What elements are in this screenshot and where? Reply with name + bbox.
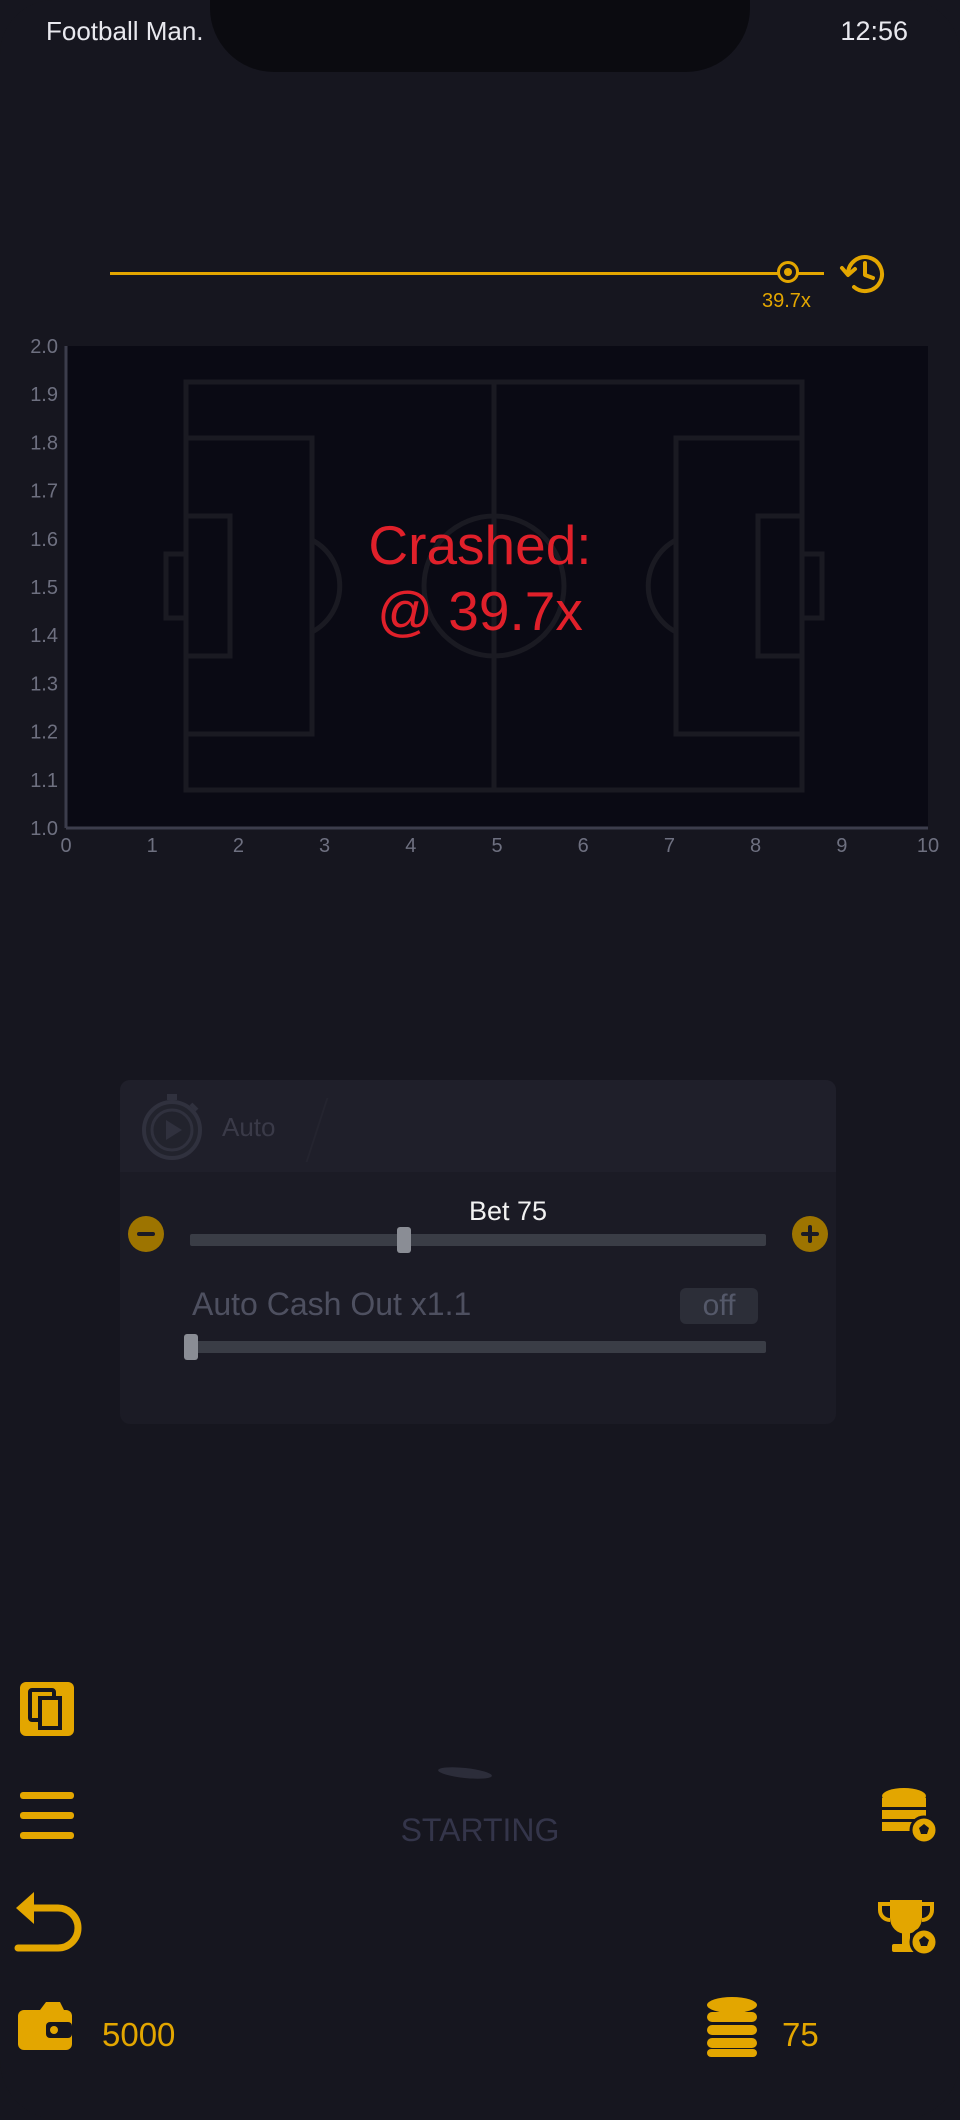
x-tick-label: 6	[578, 835, 589, 857]
wallet-icon	[18, 2002, 72, 2050]
undo-icon[interactable]	[10, 1886, 84, 1958]
status-app-name: Football Man.	[46, 16, 204, 46]
bet-amount-label: Bet 75	[468, 1196, 548, 1226]
coin-stack-icon	[707, 1997, 757, 2057]
auto-cash-out-slider-thumb[interactable]	[184, 1334, 198, 1360]
auto-cash-out-slider-track[interactable]	[190, 1341, 766, 1353]
y-tick-label: 1.6	[30, 529, 58, 551]
auto-cash-out-label: Auto Cash Out x1.1	[192, 1286, 472, 1322]
balance-value: 5000	[102, 2016, 176, 2053]
auto-label: Auto	[222, 1112, 276, 1142]
bet-slider-track[interactable]	[190, 1234, 766, 1246]
history-line	[110, 272, 824, 275]
y-tick-label: 1.5	[30, 577, 58, 599]
x-tick-label: 10	[917, 835, 939, 857]
status-decoration	[437, 1765, 493, 1781]
status-time: 12:56	[840, 16, 908, 46]
y-tick-label: 1.9	[30, 384, 58, 406]
y-tick-label: 1.4	[30, 625, 58, 647]
x-tick-label: 5	[491, 835, 502, 857]
copy-icon[interactable]	[16, 1678, 78, 1740]
x-tick-label: 1	[147, 835, 158, 857]
x-tick-label: 8	[750, 835, 761, 857]
auto-cash-out-toggle[interactable]: off	[680, 1288, 758, 1324]
crash-title: Crashed:	[368, 514, 592, 576]
x-tick-label: 7	[664, 835, 675, 857]
x-tick-label: 0	[60, 835, 71, 857]
y-tick-label: 1.2	[30, 722, 58, 744]
decrease-bet-button[interactable]	[128, 1216, 164, 1252]
x-tick-label: 3	[319, 835, 330, 857]
stopwatch-play-icon[interactable]	[136, 1090, 208, 1162]
auto-tab[interactable]: Auto	[120, 1080, 836, 1172]
x-tick-label: 4	[405, 835, 416, 857]
x-tick-label: 2	[233, 835, 244, 857]
y-tick-label: 1.0	[30, 818, 58, 840]
history-marker[interactable]	[777, 261, 799, 283]
y-tick-label: 1.1	[30, 770, 58, 792]
y-tick-label: 1.7	[30, 481, 58, 503]
bet-panel: Auto Bet 75 Auto Cash Out x1.1 off	[120, 1080, 836, 1424]
history-last-multiplier: 39.7x	[762, 290, 811, 312]
round-status: STARTING	[400, 1812, 560, 1848]
y-tick-label: 2.0	[30, 336, 58, 358]
trophy-ball-icon[interactable]	[878, 1896, 940, 1958]
tab-divider	[305, 1098, 329, 1162]
crash-message: Crashed: @ 39.7x	[300, 512, 660, 644]
coins-ball-icon[interactable]	[878, 1784, 940, 1846]
bet-slider-thumb[interactable]	[397, 1227, 412, 1253]
y-tick-label: 1.3	[30, 673, 58, 695]
history-icon[interactable]	[834, 244, 894, 304]
menu-icon[interactable]	[18, 1788, 76, 1844]
current-bet-value: 75	[782, 2016, 819, 2053]
notch	[210, 0, 750, 72]
phone-screen: Football Man. 12:56 39.7x 0 1 2 3 4 5 6 7 8 9 10 1…	[0, 0, 960, 2120]
increase-bet-button[interactable]	[792, 1216, 828, 1252]
crash-multiplier: @ 39.7x	[377, 580, 583, 642]
x-tick-label: 9	[836, 835, 847, 857]
y-tick-label: 1.8	[30, 432, 58, 454]
